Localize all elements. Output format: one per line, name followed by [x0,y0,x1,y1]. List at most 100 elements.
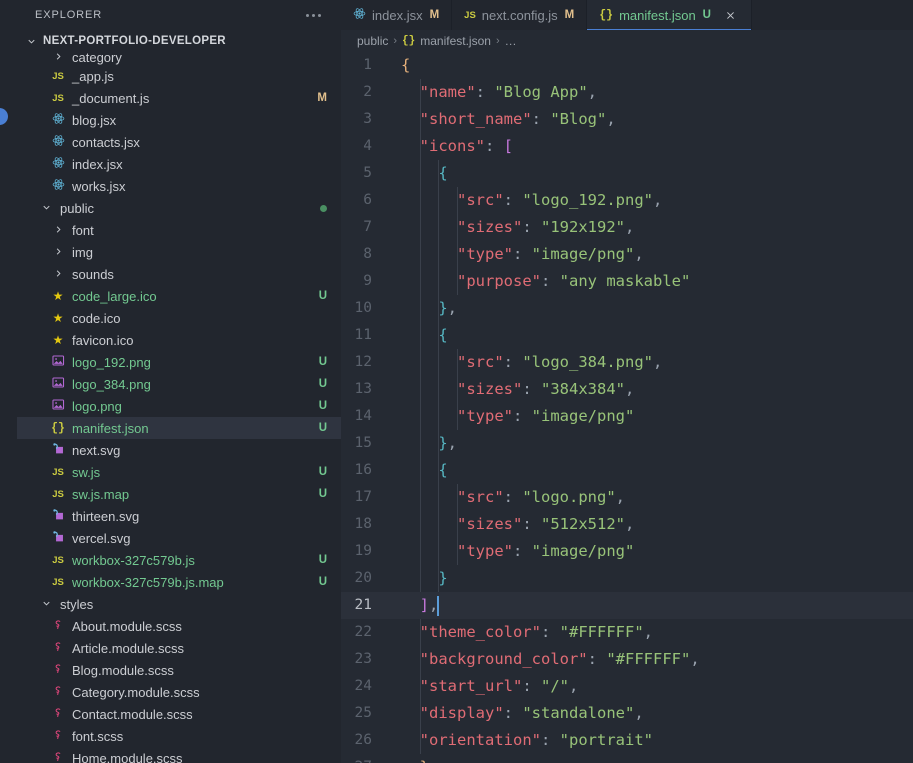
tree-item-works-jsx[interactable]: works.jsx [17,175,341,197]
tab-label: manifest.json [619,7,696,23]
chevron-right-icon [49,52,67,65]
star-icon: ★ [52,289,64,303]
code-text: }, [438,299,458,317]
tree-item-index-jsx[interactable]: index.jsx [17,153,341,175]
code-line: 5 { [341,160,913,187]
tab-next-config-js[interactable]: JS next.config.js M [452,0,588,30]
line-number: 3 [363,111,372,127]
tree-item-vercel-svg[interactable]: vercel.svg [17,527,341,549]
code-text: "background_color": "#FFFFFF", [419,650,700,668]
code-text: "purpose": "any maskable" [457,272,691,290]
tab-label: next.config.js [481,7,558,23]
code-text: "start_url": "/", [419,677,579,695]
tree-item-next-svg[interactable]: next.svg [17,439,341,461]
breadcrumb-segment[interactable]: public [357,34,388,48]
breadcrumb: public ›{} manifest.json ›… [341,30,913,52]
sass-icon [49,684,67,700]
tree-item-blog-jsx[interactable]: blog.jsx [17,109,341,131]
tree-item-workbox-327c579b-js-map[interactable]: JS workbox-327c579b.js.map U [17,571,341,593]
chevron-right-icon [49,267,67,282]
line-number: 5 [363,165,372,181]
tree-item-public[interactable]: public [17,197,341,219]
react-icon [353,7,366,23]
source-control-badge[interactable] [0,108,8,125]
line-number: 1 [363,57,372,73]
code-line: 1{ [341,52,913,79]
ellipsis-icon[interactable] [300,10,327,21]
tab-git-badge: U [702,9,711,21]
git-status-badge: U [318,554,327,566]
tree-item--app-js[interactable]: JS _app.js [17,65,341,87]
tree-item-contact-module-scss[interactable]: Contact.module.scss [17,703,341,725]
activity-bar [0,0,17,763]
tree-item-label: font.scss [72,728,124,744]
workspace-root-row[interactable]: NEXT-PORTFOLIO-DEVELOPER [17,30,341,52]
tree-item-about-module-scss[interactable]: About.module.scss [17,615,341,637]
git-status-badge: U [318,488,327,500]
tree-item-styles[interactable]: styles [17,593,341,615]
tree-item-favicon-ico[interactable]: ★ favicon.ico [17,329,341,351]
tree-item-logo-384-png[interactable]: logo_384.png U [17,373,341,395]
line-number: 12 [354,354,372,370]
tree-item-category[interactable]: category [17,52,341,65]
code-line: 17 "src": "logo.png", [341,484,913,511]
line-number: 21 [354,597,372,613]
git-status-badge: M [317,92,327,104]
sass-icon [49,706,67,722]
image-icon [49,354,67,370]
code-text: "theme_color": "#FFFFFF", [419,623,654,641]
tree-item-workbox-327c579b-js[interactable]: JS workbox-327c579b.js U [17,549,341,571]
tree-item-home-module-scss[interactable]: Home.module.scss [17,747,341,763]
chevron-down-icon [37,597,55,612]
line-number: 22 [354,624,372,640]
breadcrumb-segment[interactable]: … [505,34,517,48]
sass-icon [49,728,67,744]
tree-item-category-module-scss[interactable]: Category.module.scss [17,681,341,703]
tree-item-sounds[interactable]: sounds [17,263,341,285]
tree-item-sw-js[interactable]: JS sw.js U [17,461,341,483]
code-line: 9 "purpose": "any maskable" [341,268,913,295]
line-number: 27 [341,754,393,763]
tree-item-label: _document.js [72,90,150,106]
chevron-down-icon [37,201,55,216]
tree-item-label: logo_384.png [72,376,151,392]
code-editor[interactable]: 1{2 "name": "Blog App", 3 "short_name": "… [341,52,913,763]
tree-item-code-large-ico[interactable]: ★ code_large.ico U [17,285,341,307]
js-icon: JS [52,70,64,82]
code-line: 3 "short_name": "Blog", [341,106,913,133]
tree-item-label: Blog.module.scss [72,662,174,678]
code-text: "src": "logo.png", [457,488,626,506]
tree-item-blog-module-scss[interactable]: Blog.module.scss [17,659,341,681]
tree-item-code-ico[interactable]: ★ code.ico [17,307,341,329]
tree-item-label: sounds [72,266,114,282]
line-number: 25 [354,705,372,721]
tree-item-img[interactable]: img [17,241,341,263]
tree-item-article-module-scss[interactable]: Article.module.scss [17,637,341,659]
json-icon: {} [599,8,614,22]
tree-item-manifest-json[interactable]: {} manifest.json U [17,417,341,439]
js-icon: JS [52,488,64,500]
close-icon[interactable] [723,7,739,23]
tree-item-logo-png[interactable]: logo.png U [17,395,341,417]
breadcrumb-segment[interactable]: manifest.json [420,34,491,48]
status-dot-badge [320,204,327,212]
tree-item-font-scss[interactable]: font.scss [17,725,341,747]
tree-item-sw-js-map[interactable]: JS sw.js.map U [17,483,341,505]
tree-item-label: thirteen.svg [72,508,140,524]
code-text: { [438,326,448,344]
tree-item-thirteen-svg[interactable]: thirteen.svg [17,505,341,527]
tree-item-font[interactable]: font [17,219,341,241]
tree-item-label: works.jsx [72,178,126,194]
tree-item-label: _app.js [72,68,114,84]
tab-manifest-json[interactable]: {} manifest.json U [587,0,752,30]
line-number: 6 [363,192,372,208]
tab-index-jsx[interactable]: index.jsx M [341,0,453,30]
tree-item-contacts-jsx[interactable]: contacts.jsx [17,131,341,153]
line-number: 14 [354,408,372,424]
tree-item-logo-192-png[interactable]: logo_192.png U [17,351,341,373]
code-line: 15 }, [341,430,913,457]
breadcrumb-separator: › [393,35,398,47]
tree-item--document-js[interactable]: JS _document.js M [17,87,341,109]
code-line: 14 "type": "image/png" [341,403,913,430]
code-text: "orientation": "portrait" [419,731,653,749]
